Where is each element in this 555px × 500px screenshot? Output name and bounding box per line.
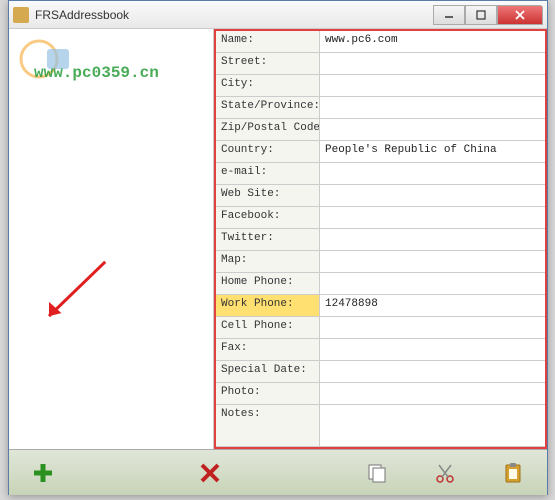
field-value[interactable]	[320, 97, 545, 118]
field-label: Web Site:	[216, 185, 320, 206]
field-label: Country:	[216, 141, 320, 162]
maximize-icon	[476, 10, 486, 20]
field-value[interactable]	[320, 273, 545, 294]
field-row: Twitter:	[216, 229, 545, 251]
field-row: Photo:	[216, 383, 545, 405]
content-area: www.pc0359.cn Name:www.pc6.comStreet:Cit…	[9, 29, 547, 449]
field-value[interactable]	[320, 339, 545, 360]
field-label: State/Province:	[216, 97, 320, 118]
field-row: Zip/Postal Code:	[216, 119, 545, 141]
field-row: Facebook:	[216, 207, 545, 229]
watermark-url: www.pc0359.cn	[34, 64, 159, 82]
field-row: Street:	[216, 53, 545, 75]
maximize-button[interactable]	[465, 5, 497, 25]
field-value[interactable]	[320, 207, 545, 228]
window-controls	[433, 5, 543, 25]
delete-button[interactable]	[196, 459, 224, 487]
close-button[interactable]	[497, 5, 543, 25]
field-row: e-mail:	[216, 163, 545, 185]
field-row: Notes:	[216, 405, 545, 447]
cut-button[interactable]	[431, 459, 459, 487]
field-row: Name:www.pc6.com	[216, 31, 545, 53]
paste-button[interactable]	[499, 459, 527, 487]
field-label: Work Phone:	[216, 295, 320, 316]
field-label: Home Phone:	[216, 273, 320, 294]
annotation-arrow-icon	[30, 241, 118, 355]
field-row: City:	[216, 75, 545, 97]
field-value[interactable]	[320, 185, 545, 206]
field-label: Street:	[216, 53, 320, 74]
plus-icon	[31, 461, 55, 485]
field-label: Facebook:	[216, 207, 320, 228]
add-button[interactable]	[29, 459, 57, 487]
field-label: Fax:	[216, 339, 320, 360]
app-window: FRSAddressbook www.pc0359.cn	[8, 0, 548, 495]
detail-panel: Name:www.pc6.comStreet:City:State/Provin…	[214, 29, 547, 449]
field-value[interactable]	[320, 383, 545, 404]
x-icon	[198, 461, 222, 485]
field-label: Zip/Postal Code:	[216, 119, 320, 140]
field-value[interactable]: 12478898	[320, 295, 545, 316]
copy-button[interactable]	[363, 459, 391, 487]
field-row: Country:People's Republic of China	[216, 141, 545, 163]
field-row: Map:	[216, 251, 545, 273]
clipboard-icon	[502, 462, 524, 484]
close-icon	[514, 9, 526, 21]
field-label: Notes:	[216, 405, 320, 446]
field-row: Special Date:	[216, 361, 545, 383]
field-label: e-mail:	[216, 163, 320, 184]
field-value[interactable]	[320, 75, 545, 96]
field-label: Cell Phone:	[216, 317, 320, 338]
copy-icon	[366, 462, 388, 484]
field-label: Name:	[216, 31, 320, 52]
app-icon	[13, 7, 29, 23]
field-label: City:	[216, 75, 320, 96]
field-row: Home Phone:	[216, 273, 545, 295]
toolbar	[9, 449, 547, 495]
field-value[interactable]	[320, 361, 545, 382]
field-value[interactable]	[320, 405, 545, 446]
field-label: Special Date:	[216, 361, 320, 382]
field-row: State/Province:	[216, 97, 545, 119]
field-value[interactable]	[320, 251, 545, 272]
field-value[interactable]	[320, 119, 545, 140]
field-label: Map:	[216, 251, 320, 272]
field-row: Work Phone:12478898	[216, 295, 545, 317]
field-value[interactable]	[320, 53, 545, 74]
field-value[interactable]	[320, 229, 545, 250]
scissors-icon	[434, 462, 456, 484]
titlebar[interactable]: FRSAddressbook	[9, 1, 547, 29]
contact-list-panel[interactable]: www.pc0359.cn	[9, 29, 214, 449]
field-value[interactable]: People's Republic of China	[320, 141, 545, 162]
field-value[interactable]: www.pc6.com	[320, 31, 545, 52]
minimize-button[interactable]	[433, 5, 465, 25]
window-title: FRSAddressbook	[35, 8, 433, 22]
field-label: Photo:	[216, 383, 320, 404]
field-value[interactable]	[320, 163, 545, 184]
field-row: Cell Phone:	[216, 317, 545, 339]
field-value[interactable]	[320, 317, 545, 338]
minimize-icon	[444, 10, 454, 20]
field-row: Fax:	[216, 339, 545, 361]
field-label: Twitter:	[216, 229, 320, 250]
field-row: Web Site:	[216, 185, 545, 207]
